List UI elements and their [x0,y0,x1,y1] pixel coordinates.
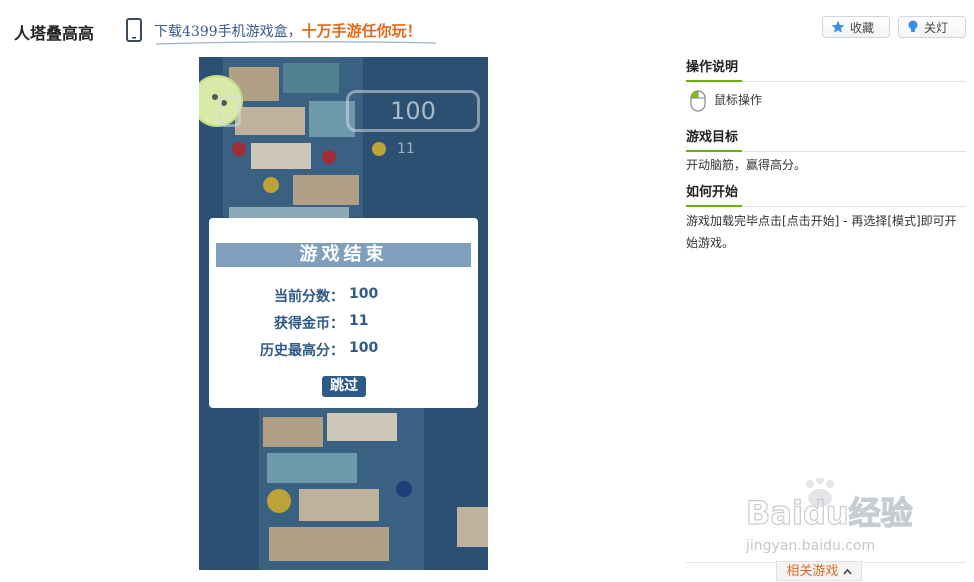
dialog-title: 游戏结束 [216,243,471,267]
favorite-label: 收藏 [850,20,875,35]
start-text: 游戏加载完毕点击[点击开始] - 再选择[模式]即可开始游戏。 [686,214,957,250]
related-games-label: 相关游戏 [786,564,839,579]
phone-icon [126,18,142,42]
stat-label: 获得金币： [274,316,344,332]
score-display: 100 [346,90,480,132]
lights-off-button[interactable]: 关灯 [898,16,966,38]
game-over-dialog: 游戏结束 当前分数： 100 获得金币： 11 历史最高分： 100 跳过 [209,218,478,408]
goal-title: 游戏目标 [686,130,739,145]
stat-value: 100 [349,286,379,302]
stat-value: 11 [349,313,369,329]
section-divider [686,80,966,82]
lights-off-label: 关灯 [924,20,949,35]
coin-count: 11 [397,141,415,157]
pause-icon[interactable] [219,95,241,127]
bulb-icon [908,20,918,32]
promo-text: 下载4399手机游戏盒， [154,24,302,40]
favorite-button[interactable]: 收藏 [822,16,890,38]
controls-mouse-text: 鼠标操作 [714,93,763,107]
baidu-jingyan-watermark: Baidu经验 jingyan.baidu.com [746,478,913,554]
promo-exclaim: ！ [406,22,422,40]
stat-label: 历史最高分： [260,343,344,359]
section-divider [686,150,966,152]
start-title: 如何开始 [686,185,739,200]
stat-label: 当前分数： [274,289,344,305]
coins-earned-row: 获得金币： 11 [209,313,478,333]
star-icon [831,20,845,33]
skip-button[interactable]: 跳过 [322,376,366,397]
controls-title: 操作说明 [686,60,739,75]
goal-text: 开动脑筋，赢得高分。 [686,158,807,172]
related-games-tab[interactable]: 相关游戏 [776,561,862,581]
current-score-row: 当前分数： 100 [209,286,478,306]
promo-banner[interactable]: 下载4399手机游戏盒，十万手游任你玩！ [154,20,422,41]
promo-underline [155,41,437,45]
high-score-row: 历史最高分： 100 [209,340,478,360]
watermark-brand: Baidu经验 [746,494,913,532]
chevron-up-icon [843,568,852,575]
watermark-url: jingyan.baidu.com [746,538,875,554]
page-title: 人塔叠高高 [14,24,95,43]
section-divider [686,205,966,207]
mouse-icon [690,90,706,112]
promo-accent: 十万手游任你玩 [301,22,407,40]
stat-value: 100 [349,340,379,356]
